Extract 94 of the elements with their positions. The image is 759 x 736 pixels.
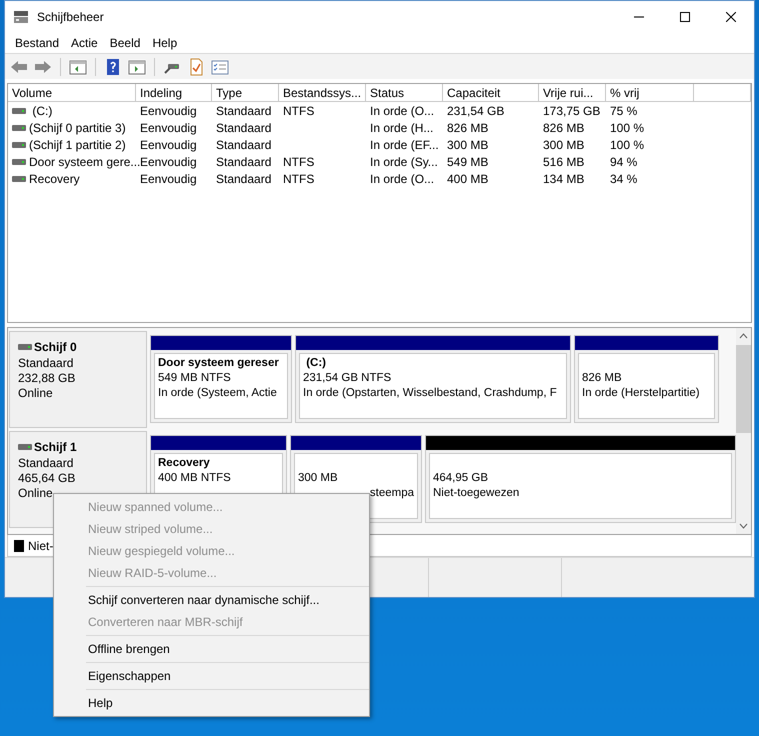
legend-label: Niet- [28,538,54,554]
table-cell-text: (Schijf 1 partitie 2) [29,136,126,154]
partition-info: 400 MB NTFS [158,471,232,486]
partition-info: steempa [370,486,414,501]
menu-item[interactable]: Beeld [104,34,146,52]
partition[interactable]: 826 MB In orde (Herstelpartitie) [574,335,719,423]
partition-title: (C:) [305,356,327,371]
table-cell: Standaard [216,120,272,134]
partition-info: 231,54 GB NTFS [303,371,392,386]
column-header[interactable]: % vrij [606,84,694,101]
table-cell: NTFS [283,154,314,168]
drive-icon [12,124,26,132]
disk-info: Online [18,486,53,501]
table-cell: 400 MB [447,172,488,186]
table-cell: In orde (EF... [370,138,439,152]
table-cell-text: Recovery [29,170,80,188]
table-cell: 34 % [610,172,638,186]
table-cell: In orde (Sy... [370,154,438,168]
drive-icon [12,140,26,148]
disk-name: Schijf 1 [34,439,77,456]
table-cell: Eenvoudig [140,104,197,118]
table-cell: Standaard [216,154,272,168]
table-cell: 516 MB [543,154,584,168]
column-header[interactable]: Status [366,84,443,101]
menu-item[interactable]: Bestand [9,34,66,52]
partition-info: In orde (Systeem, Actie [158,386,278,401]
column-header[interactable]: Type [212,84,279,101]
maximize-icon [680,12,690,22]
column-header[interactable]: Vrije rui... [539,84,606,101]
disk-info: 232,88 GB [18,371,76,386]
table-cell: NTFS [283,104,314,118]
table-cell: In orde (O... [370,104,434,118]
partition-info: 826 MB [582,371,623,386]
disk-info: Standaard [18,456,74,471]
column-header[interactable]: Capaciteit [443,84,539,101]
table-cell-text: (C:) [31,102,52,120]
partition[interactable]: (C:) 231,54 GB NTFS In orde (Opstarten, Wisselbestand, Crashdump, F [295,335,571,423]
context-menu-item[interactable]: Eigenschappen [86,665,369,687]
window-title: Schijfbeheer [37,9,104,26]
table-cell: 100 % [610,138,644,152]
table-cell: In orde (O... [370,172,434,186]
disk-info: 465,64 GB [18,471,76,486]
menu-item[interactable]: Actie [65,34,104,52]
column-header[interactable]: Volume [8,84,136,101]
scrollbar[interactable] [736,328,751,534]
partition-title: Recovery [158,456,211,471]
table-cell: Standaard [216,172,272,186]
table-cell: 300 MB [543,138,584,152]
partition-info: Niet-toegewezen [433,486,520,501]
table-cell: 173,75 GB [543,104,600,118]
context-menu-item[interactable]: Help [86,692,369,714]
partition[interactable]: 464,95 GB Niet-toegewezen [425,435,736,523]
table-cell: Standaard [216,138,272,152]
context-menu-item[interactable]: Offline brengen [86,638,369,660]
partition-title: Door systeem gereser [158,356,280,371]
table-cell: 75 % [610,104,638,118]
drive-icon [12,106,26,114]
table-cell: 300 MB [447,138,488,152]
table-cell: 231,54 GB [447,104,504,118]
menu-item[interactable]: Help [146,34,184,52]
disk-name: Schijf 0 [34,339,77,356]
disk-manager-icon [13,10,29,24]
disk-info: Standaard [18,356,74,371]
table-cell-text: (Schijf 0 partitie 3) [29,120,126,136]
table-cell: In orde (H... [370,120,434,134]
drive-icon [12,174,26,182]
table-cell: 826 MB [447,120,488,134]
column-header[interactable]: Indeling [136,84,212,101]
partition-info: 549 MB NTFS [158,371,232,386]
partition[interactable]: Door systeem gereser 549 MB NTFS In orde (Systeem, Actie [150,335,292,423]
table-cell: 94 % [610,154,638,168]
partition-info: In orde (Herstelpartitie) [582,386,701,401]
partition-info: In orde (Opstarten, Wisselbestand, Crashdump, F [303,386,558,401]
table-cell: Standaard [216,104,272,118]
drive-icon [18,443,32,451]
table-cell: 826 MB [543,120,584,134]
table-cell: 134 MB [543,172,584,186]
table-cell: Eenvoudig [140,120,197,134]
partition-info: 464,95 GB [433,471,489,486]
drive-icon [18,343,32,351]
table-cell: 549 MB [447,154,488,168]
drive-icon [12,158,26,166]
table-cell: Eenvoudig [140,172,197,186]
table-cell: Eenvoudig [140,154,197,168]
table-cell-text: Door systeem gere... [29,154,140,170]
column-header[interactable]: Bestandssys... [279,84,366,101]
close-icon [726,12,736,22]
table-cell: 100 % [610,120,644,134]
disk-label-panel[interactable]: Schijf 0 Standaard 232,88 GB Online [9,331,147,428]
context-menu-item[interactable]: Schijf converteren naar dynamische schijf... [86,589,369,611]
table-cell: Eenvoudig [140,138,197,152]
table-cell: NTFS [283,172,314,186]
disk-info: Online [18,386,53,401]
partition-info: 300 MB [298,471,339,486]
